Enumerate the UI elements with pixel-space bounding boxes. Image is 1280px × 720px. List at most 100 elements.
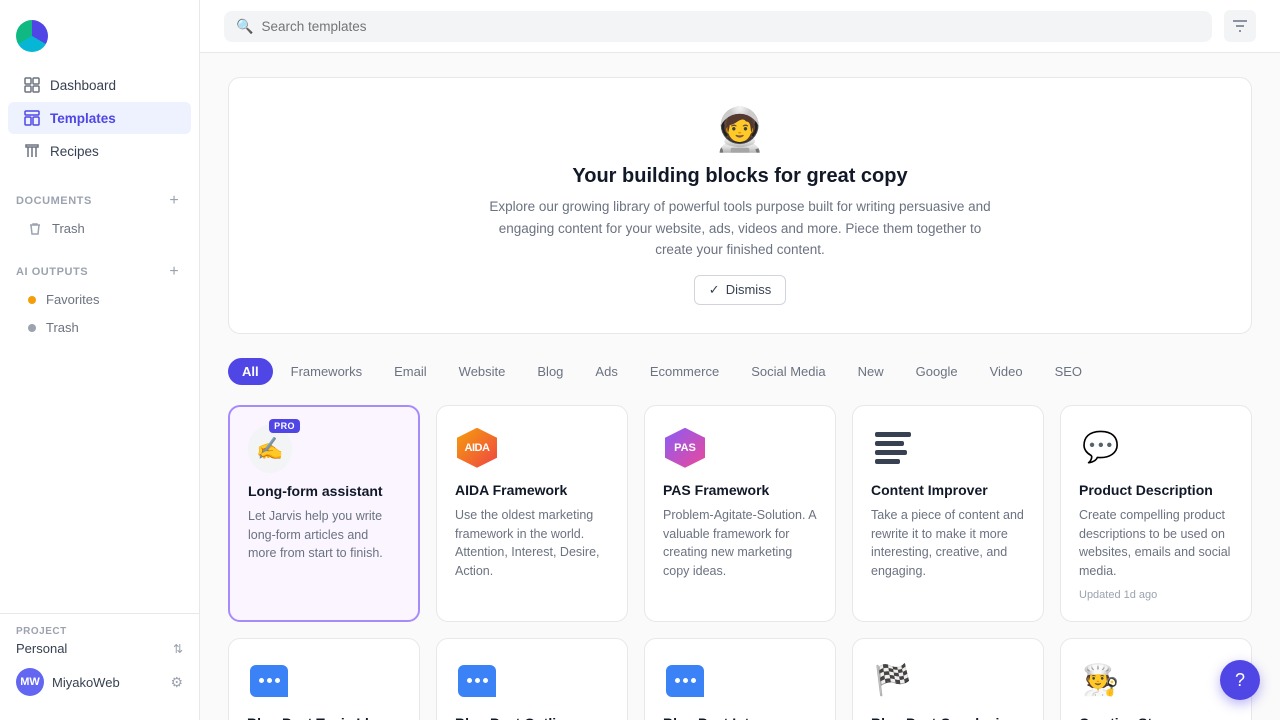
flag-icon: 🏁 [874,663,911,698]
checkmark-icon: ✓ [709,282,720,298]
writing-icon: ✍️ [256,436,283,462]
hero-description: Explore our growing library of powerful … [480,196,1000,261]
content-area: 🧑‍🚀 Your building blocks for great copy … [200,53,1280,720]
documents-section-header: Documents + [0,180,199,214]
filter-tabs: All Frameworks Email Website Blog Ads Ec… [228,358,1252,385]
ai-outputs-section-header: AI outputs + [0,251,199,285]
sidebar-item-trash[interactable]: Trash [8,215,191,242]
card-product-description[interactable]: 💬 Product Description Create compelling … [1060,405,1252,622]
card-content-improver[interactable]: Content Improver Take a piece of content… [852,405,1044,622]
card-title: Blog Post Topic Ideas [247,715,401,720]
search-icon: 🔍 [236,18,253,35]
card-icon-wrap: PAS [663,426,707,470]
sidebar-nav: Dashboard Templates Recipes [0,68,199,168]
ai-trash-dot [28,324,36,332]
user-row: MW MiyakoWeb ⚙ [16,668,183,696]
add-document-button[interactable]: + [165,192,183,210]
tab-all[interactable]: All [228,358,273,385]
chat-icon [458,665,496,697]
card-blog-post-outline[interactable]: Blog Post Outline Create lists and outli… [436,638,628,720]
tab-ecommerce[interactable]: Ecommerce [636,358,733,385]
card-desc: Use the oldest marketing framework in th… [455,506,609,601]
card-icon-wrap: 🧑‍🍳 [1079,659,1123,703]
pro-badge: PRO [269,419,300,433]
card-desc: Create compelling product descriptions t… [1079,506,1233,581]
chat-icon [250,665,288,697]
dismiss-button[interactable]: ✓ Dismiss [694,275,786,305]
trash-icon [28,222,42,236]
chevron-icon: ⇅ [173,642,183,656]
card-title: Blog Post Intro Paragraph [663,715,817,720]
card-blog-post-conclusion[interactable]: 🏁 Blog Post Conclusion Paragraph Wrap up… [852,638,1044,720]
tab-blog[interactable]: Blog [523,358,577,385]
sidebar-item-label: Templates [50,111,116,126]
project-name: Personal [16,641,67,656]
tab-new[interactable]: New [844,358,898,385]
recipes-icon [24,143,40,159]
card-title: Content Improver [871,482,1025,498]
card-desc: Problem-Agitate-Solution. A valuable fra… [663,506,817,601]
pas-icon: PAS [665,428,705,468]
search-input[interactable] [261,19,1200,34]
sidebar-item-label: Recipes [50,144,99,159]
card-long-form-assistant[interactable]: ✍️ PRO Long-form assistant Let Jarvis he… [228,405,420,622]
hero-banner: 🧑‍🚀 Your building blocks for great copy … [228,77,1252,334]
card-icon-wrap: AIDA [455,426,499,470]
card-title: AIDA Framework [455,482,609,498]
hero-title: Your building blocks for great copy [572,165,907,188]
card-icon-wrap [247,659,291,703]
templates-grid: ✍️ PRO Long-form assistant Let Jarvis he… [228,405,1252,720]
filter-button[interactable] [1224,10,1256,42]
sidebar: Dashboard Templates Recipes Documents + … [0,0,200,720]
card-icon-wrap [871,426,915,470]
tab-seo[interactable]: SEO [1041,358,1096,385]
card-aida-framework[interactable]: AIDA AIDA Framework Use the oldest marke… [436,405,628,622]
help-button[interactable]: ? [1220,660,1260,700]
card-title: Long-form assistant [248,483,400,499]
tab-ads[interactable]: Ads [581,358,631,385]
add-ai-output-button[interactable]: + [165,263,183,281]
card-title: PAS Framework [663,482,817,498]
chef-icon: 🧑‍🍳 [1082,663,1119,698]
sidebar-item-dashboard[interactable]: Dashboard [8,69,191,101]
main-content: 🔍 🧑‍🚀 Your building blocks for great cop… [200,0,1280,720]
card-title: Creative Story [1079,715,1233,720]
favorites-dot [28,296,36,304]
card-blog-post-topic-ideas[interactable]: Blog Post Topic Ideas Brainstorm new blo… [228,638,420,720]
sidebar-item-label: Dashboard [50,78,116,93]
filter-icon [1232,18,1248,34]
card-desc: Take a piece of content and rewrite it t… [871,506,1025,601]
tab-website[interactable]: Website [445,358,520,385]
sidebar-item-templates[interactable]: Templates [8,102,191,134]
tab-google[interactable]: Google [902,358,972,385]
tab-video[interactable]: Video [976,358,1037,385]
topbar: 🔍 [200,0,1280,53]
card-icon-wrap: 💬 [1079,426,1123,470]
card-title: Product Description [1079,482,1233,498]
search-box: 🔍 [224,11,1212,42]
tab-social-media[interactable]: Social Media [737,358,839,385]
username: MiyakoWeb [52,675,162,690]
project-label: PROJECT [16,626,183,637]
bubble-icon: 💬 [1082,430,1119,465]
card-blog-post-intro[interactable]: Blog Post Intro Paragraph Blast through … [644,638,836,720]
card-icon-wrap: 🏁 [871,659,915,703]
sidebar-item-recipes[interactable]: Recipes [8,135,191,167]
project-selector[interactable]: Personal ⇅ [16,641,183,656]
chat-icon [666,665,704,697]
tab-email[interactable]: Email [380,358,441,385]
card-pas-framework[interactable]: PAS PAS Framework Problem-Agitate-Soluti… [644,405,836,622]
settings-button[interactable]: ⚙ [170,674,183,691]
sidebar-item-ai-trash[interactable]: Trash [8,314,191,341]
card-title: Blog Post Conclusion Paragraph [871,715,1025,720]
logo [0,12,199,68]
logo-icon [16,20,48,52]
tab-frameworks[interactable]: Frameworks [277,358,377,385]
card-title: Blog Post Outline [455,715,609,720]
sidebar-bottom: PROJECT Personal ⇅ MW MiyakoWeb ⚙ [0,613,199,708]
sidebar-item-favorites[interactable]: Favorites [8,286,191,313]
avatar: MW [16,668,44,696]
template-icon [24,110,40,126]
lines-icon [875,432,911,464]
grid-icon [24,77,40,93]
